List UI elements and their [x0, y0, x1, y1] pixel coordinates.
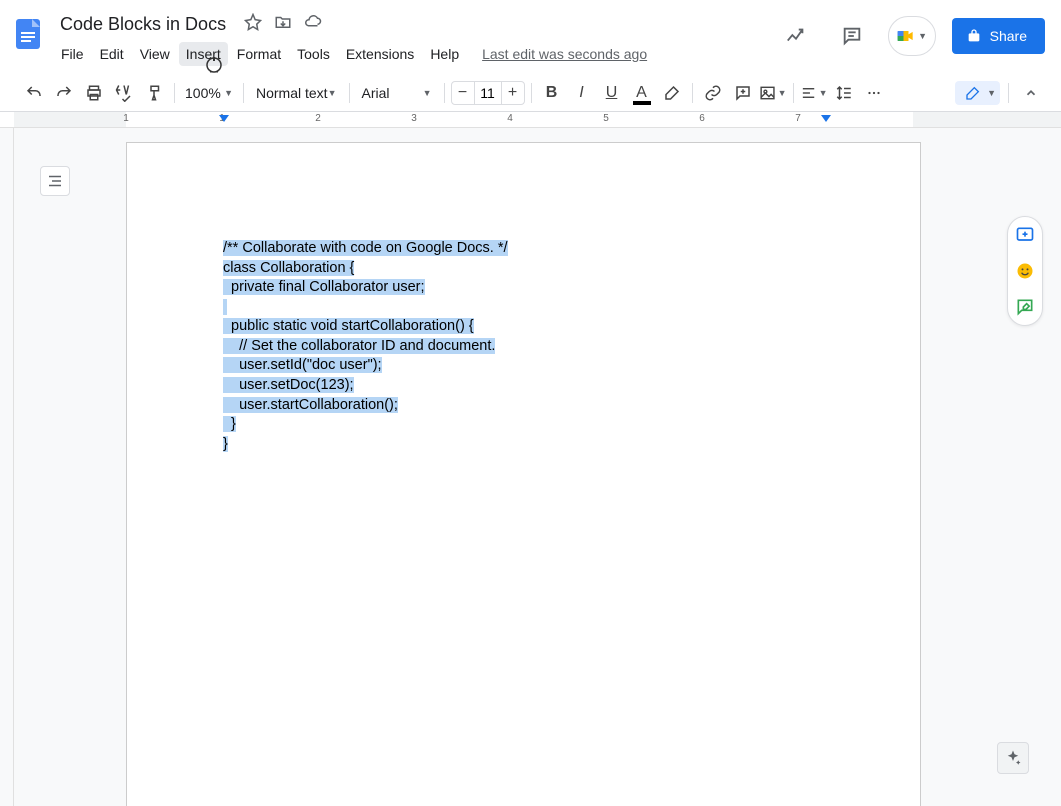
code-line[interactable]: user.setId("doc user");: [223, 356, 824, 376]
chevron-down-icon: ▼: [918, 31, 927, 41]
horizontal-ruler[interactable]: 1 1 2 3 4 5 6 7: [0, 112, 1061, 128]
menu-file[interactable]: File: [54, 42, 91, 66]
print-button[interactable]: [80, 79, 108, 107]
chevron-down-icon: ▼: [819, 88, 828, 98]
separator: [349, 83, 350, 103]
star-icon[interactable]: [244, 13, 262, 36]
font-size-increase[interactable]: +: [502, 82, 524, 104]
font-size-control: − 11 +: [451, 81, 525, 105]
text-color-button[interactable]: A: [628, 79, 656, 107]
bold-button[interactable]: B: [538, 79, 566, 107]
menu-format[interactable]: Format: [230, 42, 288, 66]
docs-logo[interactable]: [8, 14, 48, 54]
comments-icon[interactable]: [832, 16, 872, 56]
menu-help[interactable]: Help: [423, 42, 466, 66]
separator: [531, 83, 532, 103]
code-line[interactable]: user.startCollaboration();: [223, 396, 824, 416]
menu-view[interactable]: View: [133, 42, 177, 66]
separator: [793, 83, 794, 103]
document-page[interactable]: /** Collaborate with code on Google Docs…: [126, 142, 921, 806]
share-label: Share: [990, 28, 1027, 44]
font-size-decrease[interactable]: −: [452, 82, 474, 104]
editing-mode-button[interactable]: ▼: [955, 81, 1000, 105]
insert-link-button[interactable]: [699, 79, 727, 107]
code-line[interactable]: }: [223, 415, 824, 435]
suggest-edit-icon[interactable]: [1013, 295, 1037, 319]
chevron-down-icon: ▼: [423, 88, 432, 98]
chevron-down-icon: ▼: [987, 88, 996, 98]
insert-image-button[interactable]: ▼: [759, 79, 787, 107]
separator: [444, 83, 445, 103]
add-comment-icon[interactable]: [1013, 223, 1037, 247]
cloud-status-icon[interactable]: [304, 13, 322, 36]
meet-button[interactable]: ▼: [888, 16, 936, 56]
separator: [1008, 83, 1009, 103]
underline-button[interactable]: U: [598, 79, 626, 107]
explore-button[interactable]: [997, 742, 1029, 774]
highlight-button[interactable]: [658, 79, 686, 107]
separator: [692, 83, 693, 103]
emoji-reaction-icon[interactable]: [1013, 259, 1037, 283]
code-line[interactable]: class Collaboration {: [223, 259, 824, 279]
menu-edit[interactable]: Edit: [93, 42, 131, 66]
paint-format-button[interactable]: [140, 79, 168, 107]
share-button[interactable]: Share: [952, 18, 1045, 54]
font-size-value[interactable]: 11: [474, 82, 502, 104]
code-line[interactable]: // Set the collaborator ID and document.: [223, 337, 824, 357]
separator: [174, 83, 175, 103]
code-line[interactable]: public static void startCollaboration() …: [223, 317, 824, 337]
line-spacing-button[interactable]: [830, 79, 858, 107]
separator: [243, 83, 244, 103]
activity-icon[interactable]: [776, 16, 816, 56]
chevron-down-icon: ▼: [778, 88, 787, 98]
move-icon[interactable]: [274, 13, 292, 36]
doc-title[interactable]: Code Blocks in Docs: [54, 12, 232, 37]
left-indent-marker[interactable]: [218, 114, 230, 126]
font-dropdown[interactable]: Arial▼: [356, 85, 438, 101]
add-comment-button[interactable]: [729, 79, 757, 107]
zoom-dropdown[interactable]: 100%▼: [181, 85, 237, 101]
right-indent-marker[interactable]: [820, 114, 832, 126]
chevron-down-icon: ▼: [328, 88, 337, 98]
menu-tools[interactable]: Tools: [290, 42, 337, 66]
document-outline-button[interactable]: [40, 166, 70, 196]
code-line[interactable]: private final Collaborator user;: [223, 278, 824, 298]
last-edit-link[interactable]: Last edit was seconds ago: [482, 46, 647, 62]
mouse-cursor-icon: [204, 55, 224, 79]
menu-extensions[interactable]: Extensions: [339, 42, 421, 66]
code-line[interactable]: }: [223, 435, 824, 455]
undo-button[interactable]: [20, 79, 48, 107]
floating-comment-toolbar: [1007, 216, 1043, 326]
more-button[interactable]: [860, 79, 888, 107]
toolbar: 100%▼ Normal text▼ Arial▼ − 11 + B I U A…: [0, 74, 1061, 112]
italic-button[interactable]: I: [568, 79, 596, 107]
paragraph-style-dropdown[interactable]: Normal text▼: [250, 85, 343, 101]
code-line[interactable]: /** Collaborate with code on Google Docs…: [223, 239, 824, 259]
code-line[interactable]: user.setDoc(123);: [223, 376, 824, 396]
code-line[interactable]: [223, 298, 824, 318]
hide-menus-button[interactable]: [1017, 79, 1045, 107]
chevron-down-icon: ▼: [224, 88, 233, 98]
vertical-ruler[interactable]: [0, 128, 14, 806]
spellcheck-button[interactable]: [110, 79, 138, 107]
align-button[interactable]: ▼: [800, 79, 828, 107]
redo-button[interactable]: [50, 79, 78, 107]
